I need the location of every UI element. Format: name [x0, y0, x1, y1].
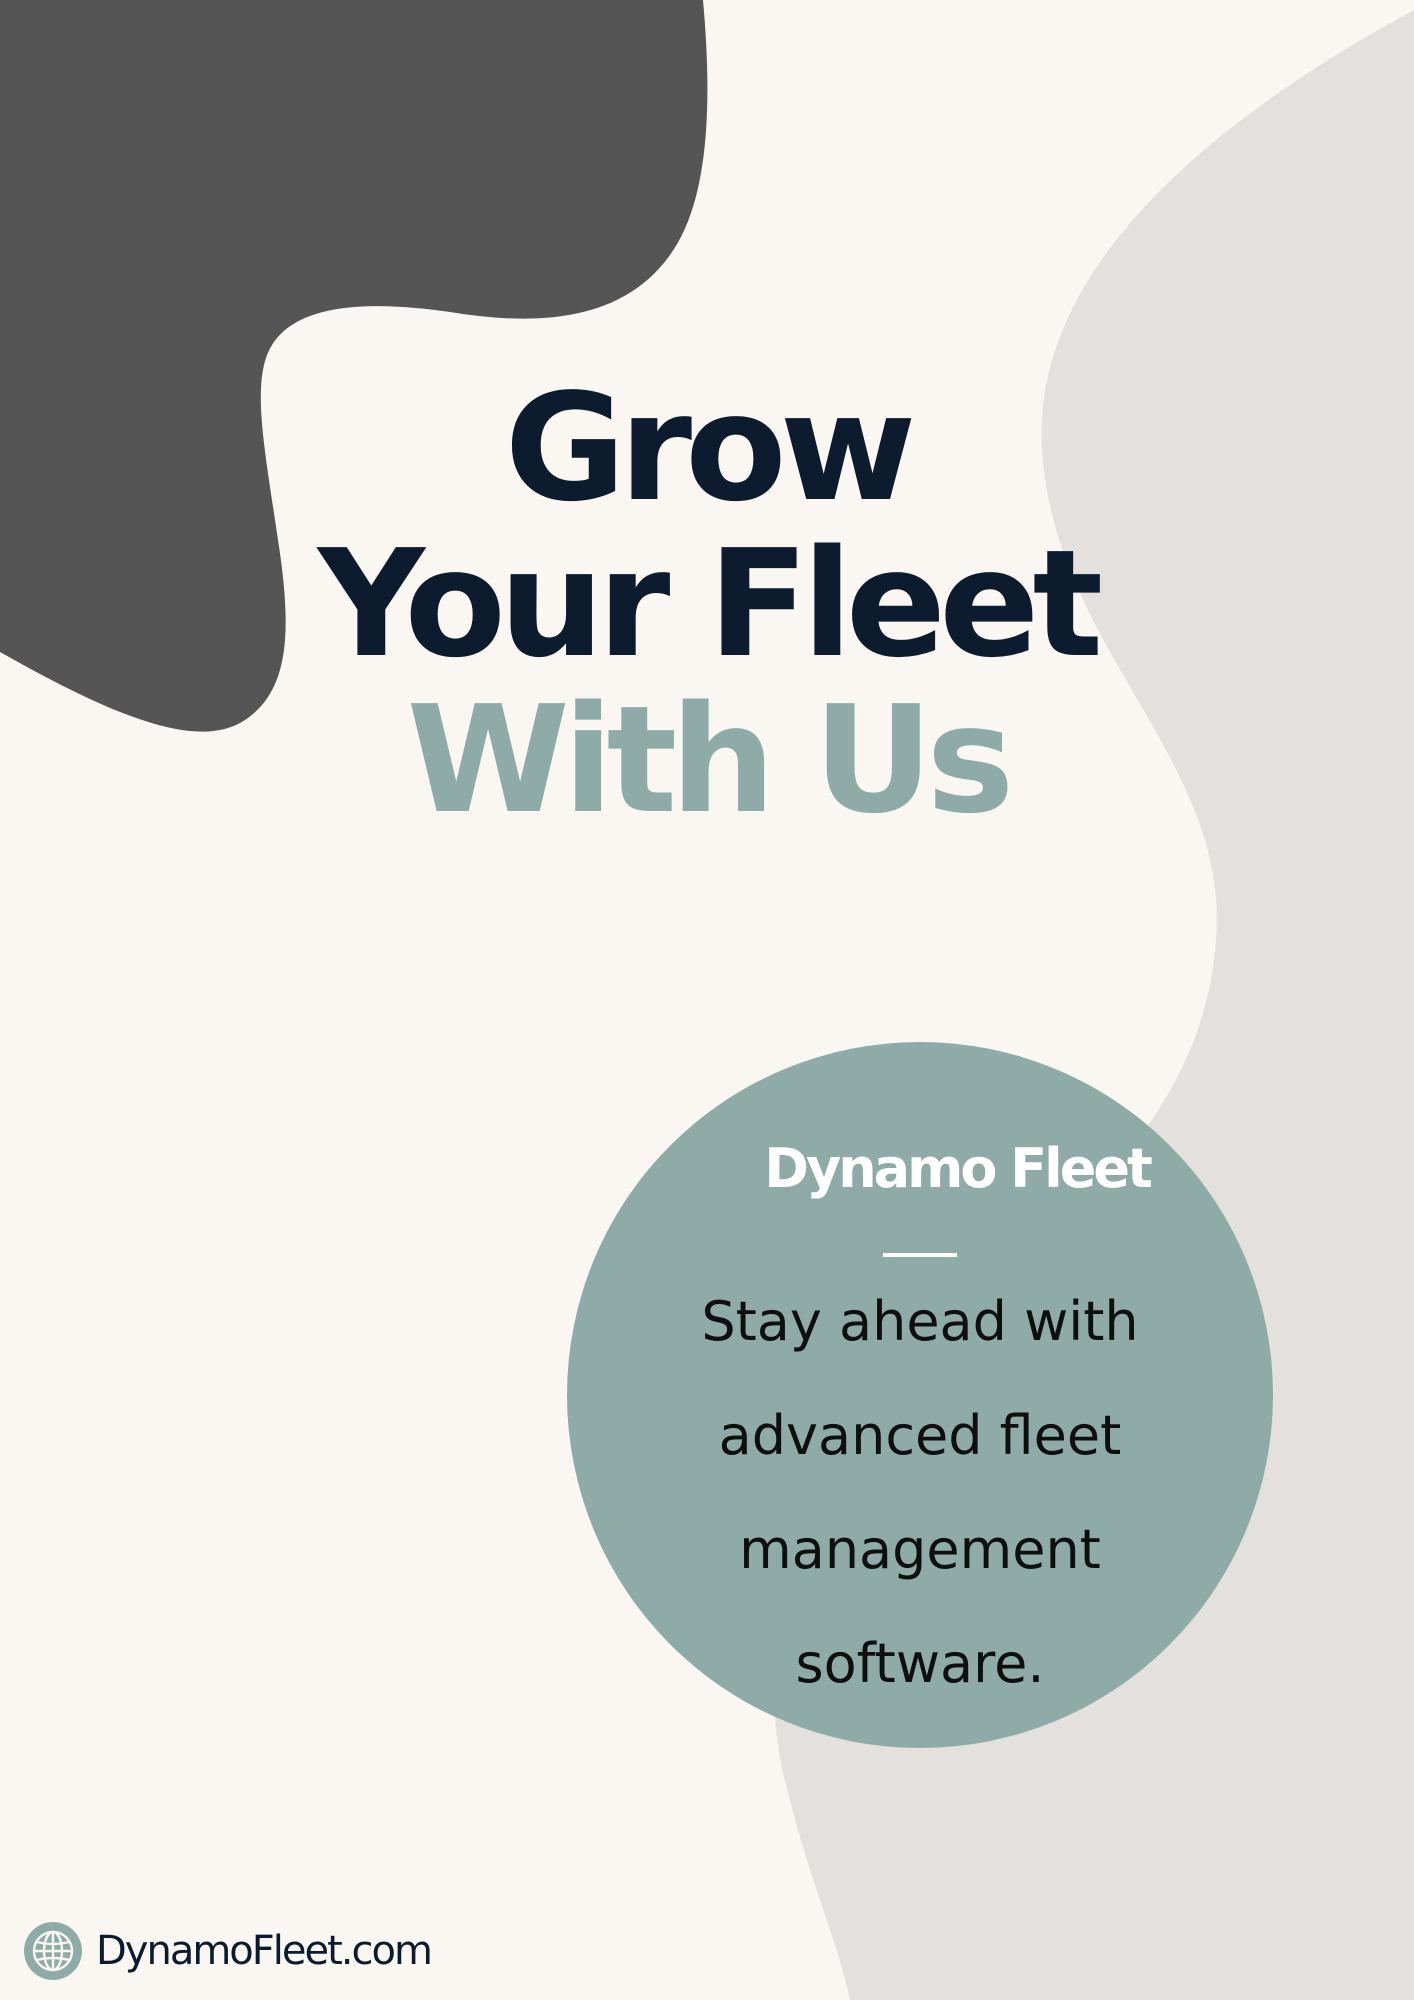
globe-icon: [24, 1922, 82, 1980]
headline: Grow Your Fleet With Us: [0, 370, 1414, 838]
tagline-line: Stay ahead with: [701, 1290, 1139, 1353]
tagline: Stay ahead with advanced fleet managemen…: [640, 1265, 1200, 1721]
brand-name: Dynamo Fleet: [764, 1137, 1153, 1200]
headline-line-3: With Us: [406, 674, 1015, 846]
poster: Grow Your Fleet With Us Dynamo Fleet Sta…: [0, 0, 1414, 2000]
tagline-line: advanced fleet: [718, 1404, 1122, 1467]
tagline-line: software.: [795, 1632, 1045, 1695]
headline-line-2: Your Fleet: [317, 518, 1103, 690]
footer: DynamoFleet.com: [24, 1921, 433, 1981]
tagline-line: management: [739, 1518, 1101, 1581]
headline-line-1: Grow: [504, 362, 917, 534]
website-link[interactable]: DynamoFleet.com: [96, 1928, 433, 1974]
brand-divider: [883, 1253, 957, 1257]
